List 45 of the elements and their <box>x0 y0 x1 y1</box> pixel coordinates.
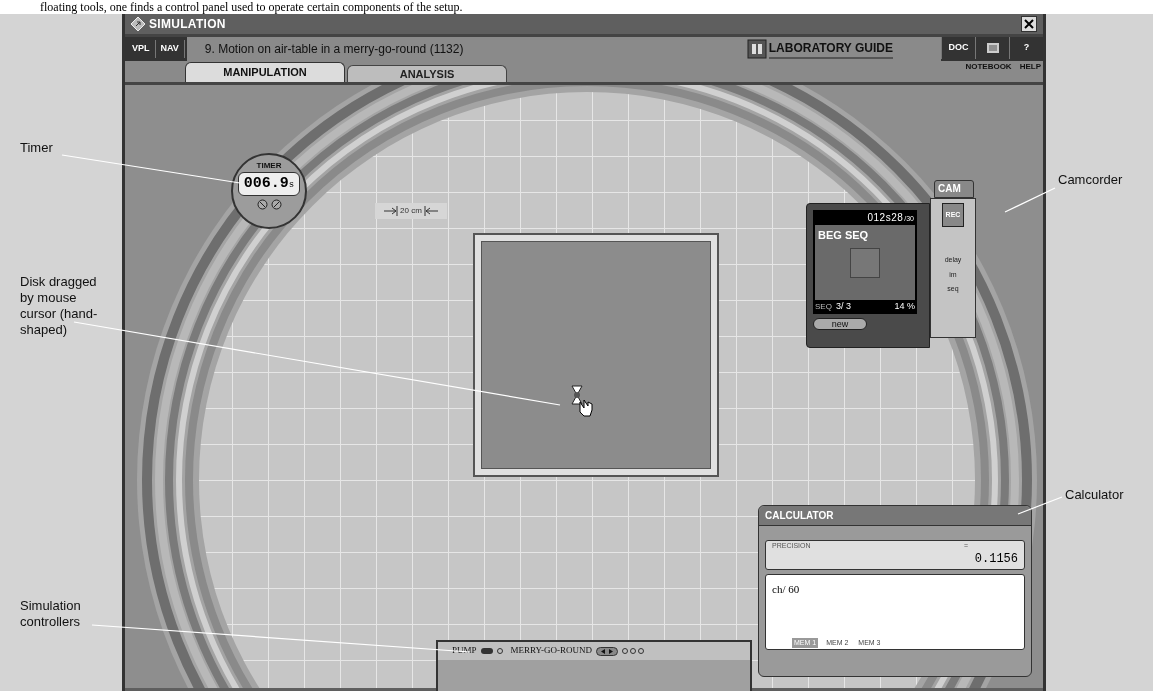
annotation-label: Calculator <box>1065 487 1125 503</box>
button-caption: NOTEBOOK <box>965 62 1012 71</box>
merry-go-round-label: MERRY-GO-ROUND <box>510 644 593 658</box>
book-icon[interactable] <box>746 39 767 59</box>
pump-switch[interactable] <box>480 648 493 654</box>
close-button[interactable] <box>1021 16 1037 32</box>
annotation-label: Camcorder <box>1058 172 1124 188</box>
tab[interactable]: ANALYSIS <box>347 65 507 82</box>
toolbar-button[interactable]: ? <box>1009 37 1043 59</box>
timer-reading: 006.9 <box>243 174 289 194</box>
pump-label: PUMP <box>452 644 477 658</box>
annotation-label: Disk dragged by mouse cursor (hand-shaped) <box>20 274 99 338</box>
left-right-arrows-button[interactable] <box>596 646 619 656</box>
new-button[interactable]: new <box>813 318 867 330</box>
arrow-in-icon <box>423 206 438 216</box>
seq-label: SEQ <box>815 301 832 313</box>
annotation-label: Simulation controllers <box>20 598 82 630</box>
thumbnail-table <box>850 247 880 278</box>
nav-button[interactable]: VPL <box>127 40 156 58</box>
laboratory-guide-link[interactable]: LABORATORY GUIDE <box>768 39 893 59</box>
diamond-icon <box>131 17 145 31</box>
arrow-in-icon <box>384 206 399 216</box>
leader-line <box>1017 496 1063 515</box>
annotation-label: Timer <box>20 140 54 156</box>
caption-text: floating tools, one finds a control panel used to operate certain components of the setup. <box>40 0 463 14</box>
tab[interactable]: MANIPULATION <box>185 62 345 82</box>
button-caption: HELP <box>1019 62 1041 71</box>
experiment-title: 9. Motion on air-table in a merry-go-round (1132) <box>204 41 464 58</box>
list-icon <box>986 43 999 53</box>
expression-text: ch/ 60 <box>771 582 801 597</box>
cam-title: CAM <box>934 180 974 198</box>
sequence-overlay: BEG SEQ <box>818 228 869 243</box>
frame-counter: 012s28 <box>867 211 904 225</box>
nav-button[interactable]: NAV <box>155 40 185 58</box>
timer-title: TIMER <box>256 161 282 170</box>
close-icon <box>1024 19 1034 29</box>
seq-counter: 3/ 3 <box>835 300 851 314</box>
leader-line <box>1004 187 1056 213</box>
timer-unit: s <box>288 180 295 192</box>
scale-label: 20 cm <box>400 205 422 217</box>
window-title: SIMULATION <box>149 16 226 33</box>
memory-percent: 14 % <box>894 300 915 314</box>
toolbar-button[interactable]: DOC <box>941 37 975 59</box>
calculator-title: CALCULATOR <box>759 506 1031 526</box>
result-value: 0.1156 <box>974 551 1018 566</box>
